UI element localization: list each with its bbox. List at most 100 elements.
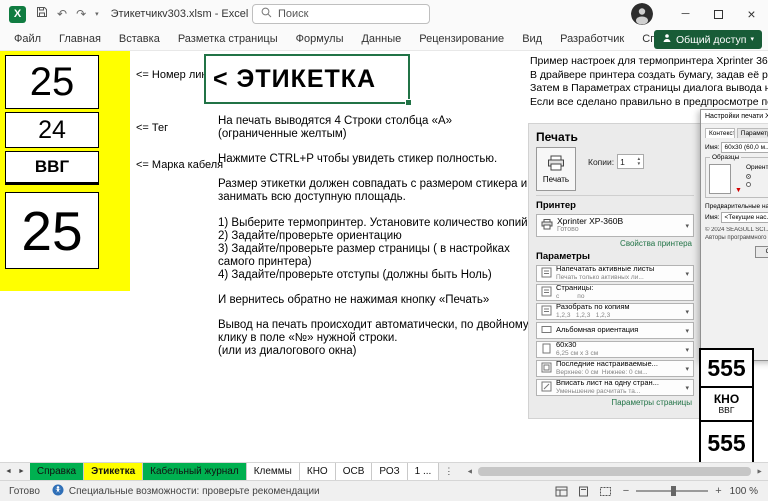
orientation-radio[interactable]	[745, 182, 751, 187]
save-icon[interactable]	[36, 5, 48, 23]
paper-name-select[interactable]: 60x30 (60,0 м...	[721, 142, 768, 153]
instruction-paragraph: Нажмите CTRL+P чтобы увидеть стикер полн…	[218, 153, 498, 166]
ribbon-tab-review[interactable]: Рецензирование	[410, 33, 513, 45]
tab-scroll-left-icon[interactable]: ◄	[5, 468, 12, 475]
instructions-text: На печать выводятся 4 Строки столбца «А»…	[218, 115, 548, 371]
page-layout-view-button[interactable]	[573, 481, 595, 501]
printer-select[interactable]: Xprinter XP-360B Готово ▾	[536, 214, 694, 237]
option-icon	[541, 379, 552, 397]
cell-tag[interactable]: 24	[5, 112, 99, 148]
print-option-scaling[interactable]: Вписать лист на одну стран... Уменьшение …	[536, 379, 694, 396]
spin-down-icon[interactable]: ▼	[637, 161, 641, 167]
print-option-paper-size[interactable]: 60x30 6,25 см х 3 см ▾	[536, 341, 694, 358]
printer-section-label: Принтер	[536, 200, 576, 211]
accessibility-checker[interactable]: Специальные возможности: проверьте реком…	[52, 484, 320, 499]
zoom-slider[interactable]	[636, 486, 709, 496]
zoom-percentage[interactable]: 100 %	[728, 486, 768, 497]
option-line2: Печать только активных ли...	[556, 274, 644, 282]
quick-access-toolbar: ↶ ↷ ▾	[36, 5, 99, 23]
etiketka-heading-cell[interactable]: < ЭТИКЕТКА	[204, 54, 412, 106]
preset-label: Предварительные настр...	[705, 203, 768, 210]
chevron-down-icon: ▾	[685, 384, 689, 392]
printer-properties-link[interactable]: Свойства принтера	[536, 239, 692, 248]
zoom-slider-thumb[interactable]	[670, 486, 676, 496]
print-option-margins[interactable]: Последние настраиваемые... Верхнее: 0 см …	[536, 360, 694, 377]
orientation-radio[interactable]	[745, 174, 751, 179]
share-icon	[662, 33, 672, 46]
page-break-view-button[interactable]	[595, 481, 617, 501]
preset-select[interactable]: <Текущие нас...	[721, 212, 768, 223]
window-title: Этикетчикv303.xlsm - Excel	[110, 8, 249, 20]
option-line2: 1,2,3 1,2,3 1,2,3	[556, 312, 611, 320]
maximize-button[interactable]	[702, 0, 735, 28]
avatar[interactable]	[631, 3, 653, 25]
scrollbar-thumb[interactable]	[478, 467, 751, 476]
ribbon-tab-developer[interactable]: Разработчик	[551, 33, 633, 45]
dialog-tab-page-setup[interactable]: Параметры стр...	[736, 128, 768, 138]
option-line2: с по	[556, 293, 585, 301]
more-sheets-icon[interactable]: ⋮	[439, 463, 458, 480]
share-button[interactable]: Общий доступ ▾	[653, 30, 762, 49]
normal-view-button[interactable]	[551, 481, 573, 501]
print-option-pages[interactable]: Страницы: с по	[536, 284, 694, 301]
ok-button[interactable]: ОК	[755, 245, 768, 258]
samples-label: Образцы	[710, 154, 742, 161]
print-button[interactable]: Печать	[536, 147, 576, 191]
sheet-tab-spravka[interactable]: Справка	[29, 463, 85, 480]
print-button-label: Печать	[542, 174, 570, 184]
ribbon-tab-file[interactable]: Файл	[0, 33, 50, 45]
paper-name-label: Имя:	[705, 144, 720, 151]
settings-section-label: Параметры	[536, 251, 590, 262]
horizontal-scrollbar[interactable]: ◄ ►	[464, 465, 765, 478]
annotation-cable-brand: <= Марка кабеля	[136, 159, 224, 171]
dialog-tab-context[interactable]: Контекст	[705, 128, 735, 138]
ribbon-tab-formulas[interactable]: Формулы	[287, 33, 353, 45]
scroll-right-icon[interactable]: ►	[756, 468, 763, 475]
print-option-collation[interactable]: Разобрать по копиям 1,2,3 1,2,3 1,2,3 ▾	[536, 303, 694, 320]
search-input[interactable]: Поиск	[252, 4, 430, 24]
sheet-tab-etiketka[interactable]: Этикетка	[84, 463, 144, 480]
sheet-tab-kno[interactable]: КНО	[299, 463, 336, 480]
cell-cable-brand[interactable]: ВВГ	[5, 151, 99, 185]
print-option-orientation[interactable]: Альбомная ориентация ▾	[536, 322, 694, 339]
zoom-in-icon[interactable]: +	[715, 485, 721, 497]
copies-stepper[interactable]: 1 ▲ ▼	[617, 154, 645, 169]
share-label: Общий доступ	[675, 33, 747, 46]
instruction-paragraph: 1) Выберите термопринтер. Установите кол…	[218, 216, 528, 281]
orientation-label: Ориента...	[745, 164, 768, 171]
label-preview-cell: КНО ВВГ	[699, 388, 754, 422]
close-button[interactable]: ×	[735, 0, 768, 28]
quick-access-chevron-icon[interactable]: ▾	[95, 11, 99, 18]
page-setup-link[interactable]: Параметры страницы	[536, 398, 692, 407]
sheet-tab-roz[interactable]: РОЗ	[372, 463, 408, 480]
ribbon-tab-insert[interactable]: Вставка	[110, 33, 169, 45]
ribbon-tab-home[interactable]: Главная	[50, 33, 110, 45]
cell-line-number[interactable]: 25	[5, 55, 99, 109]
accessibility-text: Специальные возможности: проверьте реком…	[68, 485, 320, 497]
print-option-what-to-print[interactable]: Напечатать активные листы Печать только а…	[536, 265, 694, 282]
ribbon-tab-page-layout[interactable]: Разметка страницы	[169, 33, 287, 45]
sheet-tab-osv[interactable]: ОСВ	[335, 463, 373, 480]
chevron-down-icon: ▾	[685, 365, 689, 373]
ribbon-tab-view[interactable]: Вид	[513, 33, 551, 45]
label-preview: 555 КНО ВВГ 555	[699, 348, 754, 462]
sheet-tab-1[interactable]: 1 ...	[407, 463, 440, 480]
sheet-tab-klemmy[interactable]: Клеммы	[246, 463, 300, 480]
tab-scroll-right-icon[interactable]: ►	[18, 468, 25, 475]
zoom-out-icon[interactable]: −	[623, 485, 629, 497]
ribbon-tab-data[interactable]: Данные	[352, 33, 410, 45]
dialog-title: Настройки печати Xpr...	[701, 110, 768, 124]
printer-small-icon	[541, 217, 553, 235]
printer-name: Xprinter XP-360B	[557, 216, 624, 226]
option-icon	[541, 303, 552, 321]
sheet-tab-cable-journal[interactable]: Кабельный журнал	[143, 463, 247, 480]
chevron-down-icon: ▾	[685, 346, 689, 354]
cell-big-number[interactable]: 25	[5, 192, 99, 269]
redo-icon[interactable]: ↷	[76, 8, 86, 20]
minimize-button[interactable]: ─	[669, 0, 702, 28]
scroll-left-icon[interactable]: ◄	[466, 468, 473, 475]
option-icon	[541, 265, 552, 283]
undo-icon[interactable]: ↶	[57, 8, 67, 20]
title-bar: X ↶ ↷ ▾ Этикетчикv303.xlsm - Excel Поиск…	[0, 0, 768, 28]
worksheet: 25 24 ВВГ 25 <= Номер линии <= Тег <= Ма…	[0, 51, 768, 462]
